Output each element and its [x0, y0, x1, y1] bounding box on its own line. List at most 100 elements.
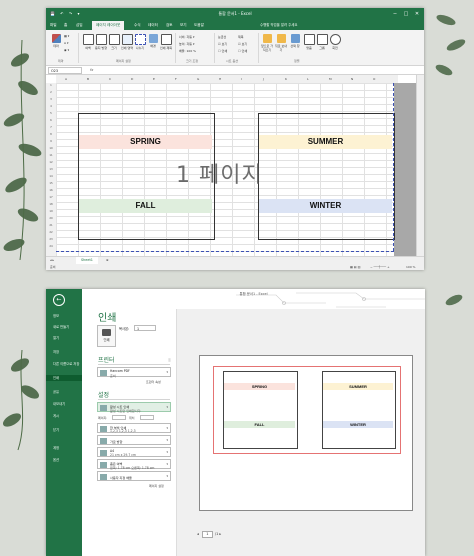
printer-dropdown[interactable]: Hancom PDF 준비 ▾ — [97, 367, 171, 378]
tell-me-search[interactable]: 수행할 작업을 알려 주세요 — [260, 21, 298, 30]
row-header[interactable]: 1 — [46, 84, 56, 87]
tab-help[interactable]: 도움말 — [194, 21, 204, 30]
row-header[interactable]: 16 — [46, 189, 56, 192]
next-page-button[interactable]: ▸ — [219, 532, 221, 536]
column-header[interactable]: F — [175, 75, 177, 83]
side-item-options[interactable]: 옵션 — [53, 457, 82, 463]
prev-page-button[interactable]: ◂ — [197, 532, 199, 536]
name-box[interactable]: O23 — [48, 67, 82, 74]
pages-from-input[interactable] — [112, 415, 126, 420]
copies-input[interactable]: 1 — [134, 325, 156, 331]
pages-to-input[interactable] — [140, 415, 154, 420]
tab-view[interactable]: 보기 — [180, 21, 187, 30]
row-header[interactable]: 20 — [46, 217, 56, 220]
tab-review[interactable]: 검토 — [166, 21, 173, 30]
print-area-button[interactable]: 인쇄 영역 — [121, 34, 133, 50]
view-buttons[interactable]: ▦ ▤ ▥ — [350, 264, 360, 270]
height-control[interactable]: 높이: 자동 ▾ — [179, 42, 195, 46]
side-item-account[interactable]: 계정 — [53, 445, 82, 451]
function-icon[interactable]: fx — [90, 67, 93, 74]
tab-page-layout[interactable]: 페이지 레이아웃 — [92, 21, 125, 30]
quick-access-toolbar[interactable]: 💾 ↶ ↷ ▾ — [50, 8, 82, 20]
side-item-new[interactable]: 새로 만들기 — [53, 324, 82, 330]
row-header[interactable]: 6 — [46, 119, 56, 122]
collate-dropdown[interactable]: 한 부씩 인쇄 1,2,3 1,2,3 1,2,3 ▾ — [97, 423, 171, 433]
row-header[interactable]: 10 — [46, 147, 56, 150]
size-button[interactable]: 크기 — [108, 34, 120, 50]
maximize-button[interactable]: □ — [401, 8, 411, 20]
add-sheet-button[interactable]: ⊕ — [106, 258, 109, 262]
row-header[interactable]: 18 — [46, 203, 56, 206]
row-header[interactable]: 9 — [46, 140, 56, 143]
zoom-slider[interactable]: − ───┼─── + — [370, 264, 390, 270]
side-item-publish[interactable]: 게시 — [53, 413, 82, 419]
row-header[interactable]: 4 — [46, 105, 56, 108]
sheet-area[interactable]: ABCDEFGHIJKLMNO 1 2 3 4 5 6 7 8 9 10 11 12 13 14 15 16 1… — [46, 75, 424, 256]
side-item-export[interactable]: 내보내기 — [53, 401, 82, 407]
side-item-save-as[interactable]: 다른 이름으로 저장 — [53, 361, 82, 367]
column-header[interactable]: E — [153, 75, 155, 83]
fonts-button[interactable]: A ▾ — [64, 41, 69, 45]
bring-forward-button[interactable]: 앞으로 가져오기 — [261, 34, 273, 52]
row-header[interactable]: 24 — [46, 245, 56, 248]
themes-button[interactable]: 테마 — [50, 34, 62, 48]
vertical-scrollbar[interactable] — [416, 75, 424, 256]
effects-button[interactable]: ◉ ▾ — [64, 48, 69, 52]
tab-formulas[interactable]: 수식 — [134, 21, 141, 30]
row-header[interactable]: 22 — [46, 231, 56, 234]
close-button[interactable]: ✕ — [412, 8, 422, 20]
background-button[interactable]: 배경 — [147, 34, 159, 48]
side-item-save[interactable]: 저장 — [53, 349, 82, 355]
group-button[interactable]: 그룹 — [316, 34, 328, 50]
row-header[interactable]: 3 — [46, 98, 56, 101]
back-arrow-icon[interactable]: ← — [53, 294, 65, 306]
printer-properties-link[interactable]: 프린터 속성 — [146, 380, 161, 384]
tab-home[interactable]: 홈 — [64, 21, 67, 30]
align-button[interactable]: 맞춤 — [303, 34, 315, 50]
row-header[interactable]: 13 — [46, 168, 56, 171]
scaling-dropdown[interactable]: 사용자 지정 배율 ▾ — [97, 471, 171, 481]
column-header[interactable]: A — [65, 75, 67, 83]
margins-dropdown[interactable]: 좁은 여백 왼쪽: 1.78 cm 오른쪽: 1.78 cm ▾ — [97, 459, 171, 470]
scale-control[interactable]: 배율: 100 % — [179, 49, 196, 53]
column-header[interactable]: N — [351, 75, 353, 83]
column-header[interactable]: G — [197, 75, 199, 83]
row-header[interactable]: 14 — [46, 175, 56, 178]
column-header[interactable]: B — [87, 75, 89, 83]
row-header[interactable]: 2 — [46, 91, 56, 94]
gridlines-print-checkbox[interactable]: ☐ 인쇄 — [218, 49, 227, 53]
margins-button[interactable]: 여백 — [82, 34, 94, 50]
tab-file[interactable]: 파일 — [50, 21, 57, 30]
send-backward-button[interactable]: 뒤로 보내기 — [275, 34, 287, 52]
column-header[interactable]: L — [307, 75, 309, 83]
headings-print-checkbox[interactable]: ☐ 인쇄 — [238, 49, 247, 53]
column-header[interactable]: H — [219, 75, 221, 83]
print-titles-button[interactable]: 인쇄 제목 — [160, 34, 172, 50]
rotate-button[interactable]: 회전 — [329, 34, 341, 50]
column-header[interactable]: M — [329, 75, 332, 83]
tab-data[interactable]: 데이터 — [148, 21, 158, 30]
minimize-button[interactable]: ─ — [390, 8, 400, 20]
side-item-print[interactable]: 인쇄 — [46, 375, 82, 381]
zoom-level[interactable]: 100 % — [406, 264, 416, 270]
gridlines-view-checkbox[interactable]: ☑ 보기 — [218, 42, 227, 46]
row-header[interactable]: 23 — [46, 238, 56, 241]
row-header[interactable]: 12 — [46, 161, 56, 164]
width-control[interactable]: 너비: 자동 ▾ — [179, 35, 195, 39]
column-header[interactable]: O — [373, 75, 375, 83]
row-header[interactable]: 19 — [46, 210, 56, 213]
column-header[interactable]: I — [241, 75, 242, 83]
column-header[interactable]: D — [131, 75, 133, 83]
row-header[interactable]: 5 — [46, 112, 56, 115]
print-button[interactable]: 인쇄 — [97, 325, 116, 347]
row-header[interactable]: 7 — [46, 126, 56, 129]
side-item-open[interactable]: 열기 — [53, 335, 82, 341]
column-header[interactable]: C — [109, 75, 111, 83]
print-what-dropdown[interactable]: 활성 시트 인쇄 활성 시트만 인쇄합니다. ▾ — [97, 402, 171, 413]
row-header[interactable]: 15 — [46, 182, 56, 185]
row-header[interactable]: 11 — [46, 154, 56, 157]
page-setup-link[interactable]: 페이지 설정 — [149, 484, 164, 488]
orientation-dropdown[interactable]: 가로 방향 ▾ — [97, 435, 171, 445]
side-item-share[interactable]: 공유 — [53, 389, 82, 395]
breaks-button[interactable]: 나누기 — [134, 34, 146, 50]
